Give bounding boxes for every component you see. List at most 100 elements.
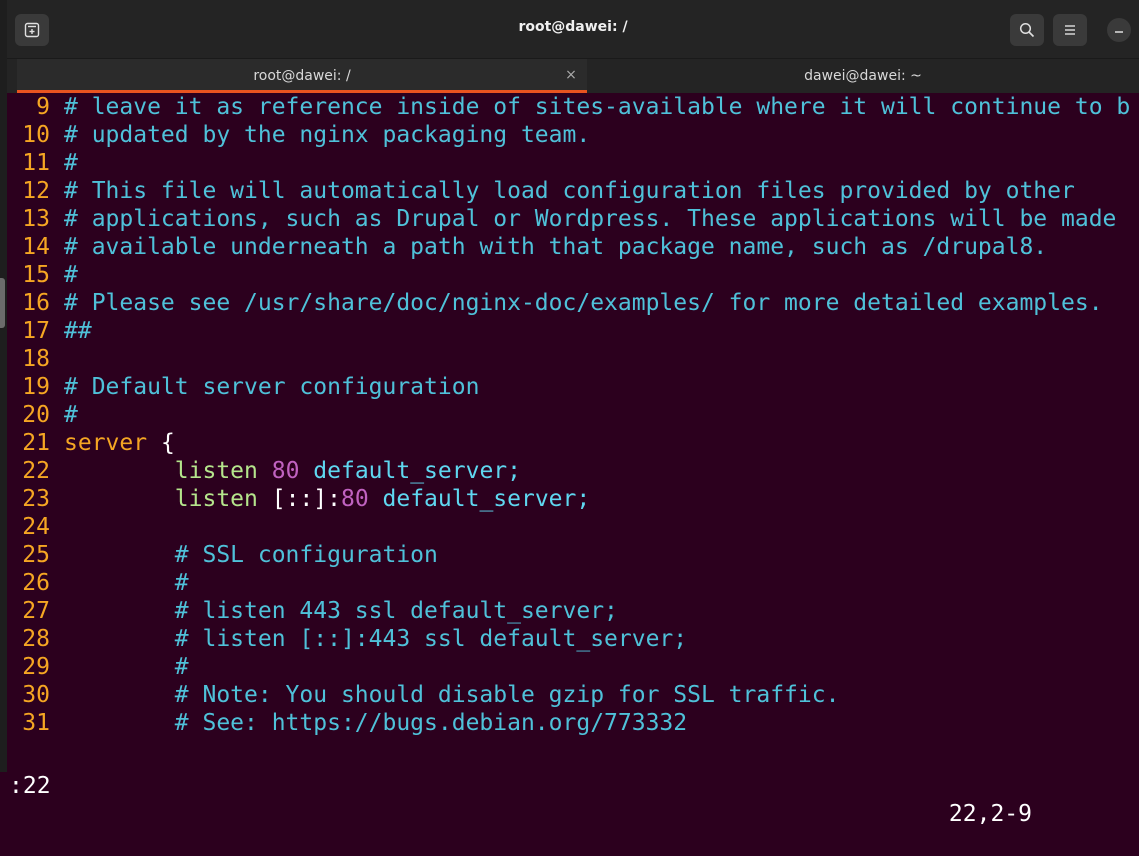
line-number: 19 — [22, 374, 50, 400]
comment-text: ## — [64, 318, 92, 344]
comment-text: # — [64, 402, 78, 428]
line-number: 20 — [22, 402, 50, 428]
code-text: [::]: — [257, 486, 341, 512]
command-line: :22 — [9, 773, 51, 799]
vim-editor[interactable]: 9 # leave it as reference inside of sites… — [7, 93, 1139, 744]
keyword: server — [64, 430, 148, 456]
comment-text: # Note: You should disable gzip for SSL … — [174, 682, 840, 708]
line-number: 13 — [22, 206, 50, 232]
directive: listen — [174, 458, 258, 484]
line-number: 22 — [22, 458, 50, 484]
number-literal: 80 — [340, 486, 369, 512]
comment-text: # — [64, 150, 78, 176]
comment-text: # — [174, 654, 189, 680]
directive: listen — [174, 486, 258, 512]
window-title: root@dawei: / — [518, 19, 628, 35]
line-number: 26 — [22, 570, 50, 596]
code-line: 9 # leave it as reference inside of sites… — [7, 93, 1139, 121]
code-text: default_server; — [299, 458, 521, 484]
vim-status-line: :22 22,2-9 — [7, 744, 1139, 827]
comment-text: # See: https://bugs.debian.org/773332 — [174, 710, 688, 736]
line-number: 29 — [22, 654, 50, 680]
tab-label: root@dawei: / — [253, 68, 351, 84]
code-line: 13 # applications, such as Drupal or Word… — [7, 205, 1139, 233]
line-number: 16 — [22, 290, 50, 316]
code-line: 18 — [7, 345, 1139, 373]
code-text: default_server; — [368, 486, 591, 512]
comment-text: # listen 443 ssl default_server; — [174, 598, 618, 624]
code-line: 15 # — [7, 261, 1139, 289]
code-line: 17 ## — [7, 317, 1139, 345]
comment-text: # Please see /usr/share/doc/nginx-doc/ex… — [64, 290, 1103, 316]
code-line: 16 # Please see /usr/share/doc/nginx-doc/… — [7, 289, 1139, 317]
line-number: 24 — [22, 514, 50, 540]
comment-text: # applications, such as Drupal or Wordpr… — [64, 206, 1117, 232]
code-line: 25 # SSL configuration — [7, 541, 1139, 569]
minimize-icon — [1115, 31, 1123, 33]
tab-label: dawei@dawei: ~ — [804, 68, 922, 84]
code-line: 12 # This file will automatically load co… — [7, 177, 1139, 205]
comment-text: # listen [::]:443 ssl default_server; — [174, 626, 688, 652]
line-number: 30 — [22, 682, 50, 708]
minimize-button[interactable] — [1107, 18, 1131, 42]
line-number: 31 — [22, 710, 50, 736]
terminal-window: root@dawei: / root@dawei: / × dawei@dawe… — [7, 0, 1139, 827]
titlebar: root@dawei: / — [7, 0, 1139, 59]
close-tab-icon[interactable]: × — [563, 67, 579, 83]
line-number: 18 — [22, 346, 50, 372]
code-line: 24 — [7, 513, 1139, 541]
comment-text: # — [64, 262, 78, 288]
code-line: 29 # — [7, 653, 1139, 681]
menu-button[interactable] — [1053, 14, 1087, 46]
search-button[interactable] — [1010, 14, 1044, 46]
hamburger-menu-icon — [1065, 25, 1075, 35]
code-line: 21 server { — [7, 429, 1139, 457]
line-number: 25 — [22, 542, 50, 568]
code-line: 30 # Note: You should disable gzip for S… — [7, 681, 1139, 709]
cursor-position: 22,2-9 — [948, 801, 1032, 827]
code-line: 23 listen [::]:80 default_server; — [7, 485, 1139, 513]
code-line: 11 # — [7, 149, 1139, 177]
comment-text: # leave it as reference inside of sites-… — [64, 94, 1131, 120]
line-number: 14 — [22, 234, 50, 260]
line-number: 15 — [22, 262, 50, 288]
code-line: 27 # listen 443 ssl default_server; — [7, 597, 1139, 625]
line-number: 21 — [22, 430, 50, 456]
line-number: 9 — [36, 94, 50, 120]
comment-text: # — [174, 570, 189, 596]
tab-dawei[interactable]: dawei@dawei: ~ — [587, 59, 1139, 93]
number-literal: 80 — [271, 458, 300, 484]
code-line: 20 # — [7, 401, 1139, 429]
line-number: 11 — [22, 150, 50, 176]
code-text: { — [147, 430, 175, 456]
comment-text: # SSL configuration — [174, 542, 438, 568]
search-icon — [1019, 22, 1035, 38]
comment-text: # This file will automatically load conf… — [64, 178, 1075, 204]
code-line: 22 listen 80 default_server; — [7, 457, 1139, 485]
comment-text: # Default server configuration — [64, 374, 480, 400]
line-number: 27 — [22, 598, 50, 624]
line-number: 28 — [22, 626, 50, 652]
comment-text: # updated by the nginx packaging team. — [64, 122, 591, 148]
line-number: 10 — [22, 122, 50, 148]
code-line: 10 # updated by the nginx packaging team. — [7, 121, 1139, 149]
line-number: 12 — [22, 178, 50, 204]
comment-text: # available underneath a path with that … — [64, 234, 1048, 260]
tab-bar: root@dawei: / × dawei@dawei: ~ — [7, 59, 1139, 93]
dock-handle[interactable] — [0, 278, 5, 328]
line-number: 23 — [22, 486, 50, 512]
tab-root[interactable]: root@dawei: / × — [17, 59, 587, 93]
code-line: 28 # listen [::]:443 ssl default_server; — [7, 625, 1139, 653]
code-line: 26 # — [7, 569, 1139, 597]
left-screen-edge — [0, 0, 7, 772]
code-line: 31 # See: https://bugs.debian.org/773332 — [7, 709, 1139, 737]
